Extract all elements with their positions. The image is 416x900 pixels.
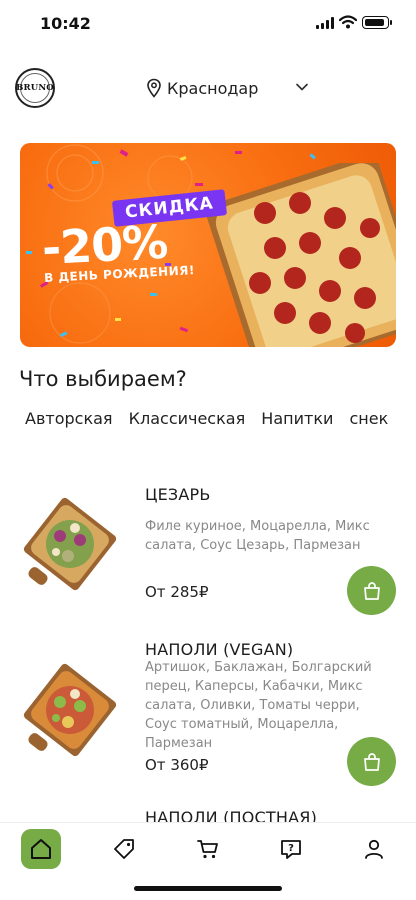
- logo-text: BRUNO: [16, 83, 54, 93]
- cart-icon: [197, 840, 218, 859]
- tab-avtorskaya[interactable]: Авторская: [25, 409, 113, 428]
- nav-help[interactable]: ?: [271, 829, 311, 869]
- tag-icon: [114, 839, 134, 859]
- product-title: НАПОЛИ (VEGAN): [145, 640, 294, 659]
- tab-klassicheskaya[interactable]: Классическая: [129, 409, 246, 428]
- status-time: 10:42: [40, 14, 91, 33]
- shopping-bag-icon: [363, 752, 380, 771]
- add-to-cart-button[interactable]: [347, 566, 396, 615]
- help-icon: ?: [281, 840, 301, 859]
- home-indicator[interactable]: [134, 886, 282, 891]
- category-tabs: Авторская Классическая Напитки снек: [25, 409, 399, 433]
- battery-icon: [362, 16, 392, 29]
- tab-snek[interactable]: снек: [349, 409, 388, 428]
- nav-cart[interactable]: [188, 829, 228, 869]
- pizza-image: [23, 663, 116, 757]
- wifi-icon: [339, 15, 357, 29]
- profile-icon: [365, 839, 383, 859]
- status-bar: 10:42: [0, 0, 416, 48]
- city-label: Краснодар: [167, 78, 259, 98]
- product-price: От 360₽: [145, 756, 209, 774]
- chevron-down-icon[interactable]: [295, 82, 309, 92]
- nav-promotions[interactable]: [104, 829, 144, 869]
- product-description: Артишок, Баклажан, Болгарский перец, Кап…: [145, 660, 372, 751]
- pizza-image: [23, 497, 116, 591]
- product-title: ЦЕЗАРЬ: [145, 485, 211, 504]
- product-description: Филе куриное, Моцарелла, Микс салата, Со…: [145, 519, 370, 553]
- svg-text:?: ?: [288, 843, 294, 854]
- pizza-image: [205, 163, 396, 347]
- shopping-bag-icon: [363, 581, 380, 600]
- brand-logo[interactable]: BRUNO: [15, 68, 55, 108]
- product-price: От 285₽: [145, 583, 209, 601]
- home-icon: [31, 839, 51, 859]
- signal-icon: [316, 17, 334, 29]
- nav-home[interactable]: [21, 829, 61, 869]
- nav-profile[interactable]: [354, 829, 394, 869]
- add-to-cart-button[interactable]: [347, 737, 396, 786]
- city-selector[interactable]: Краснодар: [146, 76, 258, 100]
- section-title: Что выбираем?: [19, 367, 187, 391]
- location-pin-icon: [147, 78, 161, 98]
- tab-napitki[interactable]: Напитки: [261, 409, 333, 428]
- promo-banner[interactable]: СКИДКА -20% В ДЕНЬ РОЖДЕНИЯ!: [20, 143, 396, 347]
